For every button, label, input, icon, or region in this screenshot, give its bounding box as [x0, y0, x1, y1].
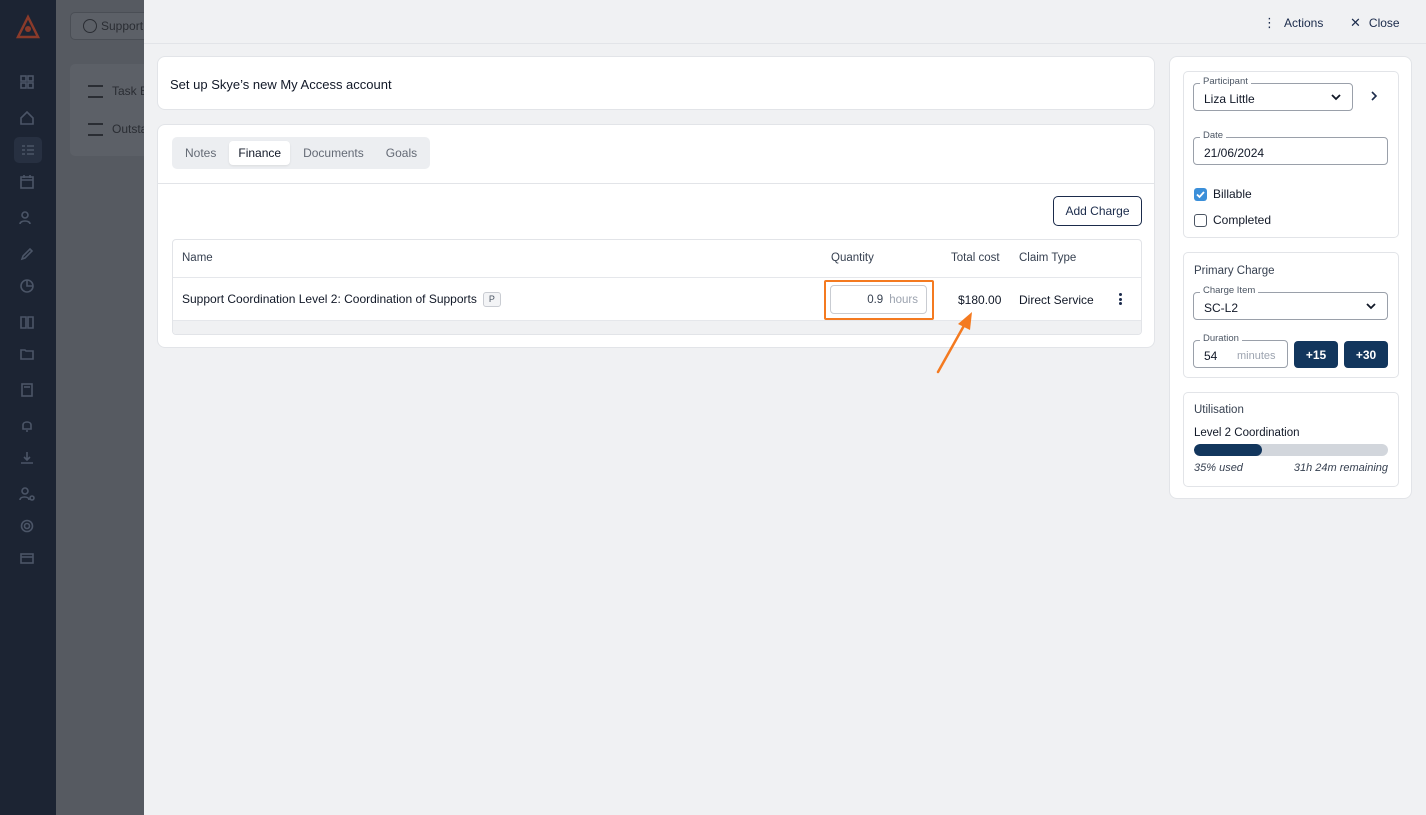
column-header-claim-type: Claim Type	[1019, 252, 1077, 264]
billable-checkbox[interactable]	[1194, 188, 1207, 201]
close-button[interactable]: ✕ Close	[1350, 14, 1400, 32]
divider	[158, 183, 1154, 184]
utilisation-progress-bar	[1194, 444, 1388, 456]
utilisation-used-text: 35% used	[1194, 462, 1243, 474]
completed-checkbox[interactable]	[1194, 214, 1207, 227]
claim-type-value: Direct Service	[1019, 293, 1094, 307]
billable-label: Billable	[1213, 187, 1252, 201]
task-drawer: ⋮ Actions ✕ Close Set up Skye’s new My A…	[144, 0, 1426, 815]
support-icon	[83, 19, 97, 33]
chevron-right-icon[interactable]	[1368, 90, 1380, 102]
dashboard-icon[interactable]	[18, 73, 36, 91]
charge-item-select[interactable]: Charge Item SC-L2	[1193, 285, 1388, 320]
close-icon: ✕	[1350, 15, 1361, 30]
completed-label: Completed	[1213, 213, 1272, 227]
actions-button[interactable]: ⋮ Actions	[1263, 14, 1323, 32]
utilisation-remaining-text: 31h 24m remaining	[1293, 462, 1388, 474]
book-icon[interactable]	[18, 313, 36, 331]
table-row: Support Coordination Level 2: Coordinati…	[182, 292, 501, 307]
column-header-total-cost: Total cost	[951, 252, 1000, 264]
task-title-card: Set up Skye’s new My Access account	[157, 56, 1155, 110]
primary-charge-title: Primary Charge	[1194, 265, 1275, 277]
column-header-name: Name	[182, 252, 213, 264]
background-item-task-board[interactable]: Task B	[88, 84, 148, 104]
chart-pie-icon[interactable]	[18, 277, 36, 295]
date-value: 21/06/2024	[1204, 146, 1265, 160]
date-field[interactable]: Date 21/06/2024	[1193, 130, 1388, 165]
total-cost-value: $180.00	[958, 293, 1002, 307]
utilisation-section: Utilisation Level 2 Coordination 35% use…	[1183, 392, 1399, 487]
tab-finance[interactable]: Finance	[229, 141, 291, 165]
utilisation-name: Level 2 Coordination	[1194, 427, 1300, 439]
tab-documents[interactable]: Documents	[294, 141, 373, 165]
primary-charge-section: Primary Charge Charge Item SC-L2 Duratio…	[1183, 252, 1399, 378]
duration-field[interactable]: Duration 54 minutes	[1193, 333, 1288, 368]
actions-label: Actions	[1284, 16, 1324, 30]
add-charge-button[interactable]: Add Charge	[1053, 196, 1142, 226]
charge-item-label: Charge Item	[1200, 285, 1259, 296]
chevron-down-icon	[1366, 303, 1376, 310]
close-label: Close	[1368, 16, 1400, 30]
app-logo	[15, 14, 41, 39]
calendar-icon[interactable]	[18, 173, 36, 191]
charge-name: Support Coordination Level 2: Coordinati…	[182, 292, 477, 306]
user-settings-icon[interactable]	[18, 485, 36, 503]
column-header-quantity: Quantity	[831, 252, 874, 264]
list-icon	[88, 85, 103, 98]
charge-item-value: SC-L2	[1204, 301, 1239, 315]
participant-value: Liza Little	[1204, 92, 1255, 106]
tab-notes[interactable]: Notes	[176, 141, 225, 165]
participant-label: Participant	[1200, 76, 1251, 87]
tab-bar: Notes Finance Documents Goals	[172, 137, 431, 169]
add-15-button[interactable]: +15	[1294, 341, 1338, 368]
background-page: Support Task B Outsta	[56, 0, 160, 815]
home-icon[interactable]	[18, 109, 36, 127]
chevron-down-icon	[1331, 94, 1341, 101]
list-icon	[88, 123, 103, 136]
finance-card: Notes Finance Documents Goals Add Charge…	[157, 124, 1155, 348]
add-30-button[interactable]: +30	[1344, 341, 1388, 368]
quantity-value: 0.9	[867, 293, 884, 306]
background-item-label: Outsta	[112, 122, 148, 136]
left-navigation	[0, 0, 56, 815]
utilisation-title: Utilisation	[1194, 404, 1244, 416]
gear-icon[interactable]	[18, 517, 36, 535]
divider	[173, 277, 1141, 278]
participant-select[interactable]: Participant Liza Little	[1193, 76, 1353, 111]
credit-card-icon[interactable]	[18, 549, 36, 567]
row-menu-icon[interactable]	[1116, 293, 1124, 307]
drawer-header: ⋮ Actions ✕ Close	[144, 0, 1426, 44]
kebab-icon: ⋮	[1263, 15, 1276, 30]
utilisation-progress-fill	[1194, 444, 1262, 456]
calculator-icon[interactable]	[18, 381, 36, 399]
date-label: Date	[1200, 130, 1227, 141]
tab-goals[interactable]: Goals	[377, 141, 426, 165]
checkmark-icon	[1196, 191, 1205, 199]
quantity-unit: hours	[889, 293, 918, 306]
quantity-input[interactable]: 0.9 hours	[830, 285, 927, 314]
tasks-icon[interactable]	[14, 137, 42, 163]
people-icon[interactable]	[18, 209, 36, 227]
provider-badge: P	[482, 292, 501, 307]
participant-section: Participant Liza Little Date 21/06/2024 …	[1183, 71, 1399, 238]
download-icon[interactable]	[18, 449, 36, 467]
duration-label: Duration	[1200, 333, 1242, 344]
task-details-sidebar: Participant Liza Little Date 21/06/2024 …	[1169, 56, 1412, 499]
table-footer	[173, 320, 1141, 334]
pen-icon[interactable]	[18, 245, 36, 263]
folder-icon[interactable]	[18, 345, 36, 363]
background-item-label: Task B	[112, 84, 149, 98]
support-button-label: Support	[101, 19, 144, 33]
background-item-outstanding[interactable]: Outsta	[88, 122, 147, 142]
duration-value: 54	[1204, 349, 1218, 363]
task-title: Set up Skye’s new My Access account	[170, 77, 392, 92]
duration-unit: minutes	[1237, 350, 1276, 362]
annotation-arrow-icon	[936, 312, 972, 374]
charges-table: Name Quantity Total cost Claim Type Supp…	[172, 239, 1142, 335]
bell-icon[interactable]	[18, 417, 36, 435]
